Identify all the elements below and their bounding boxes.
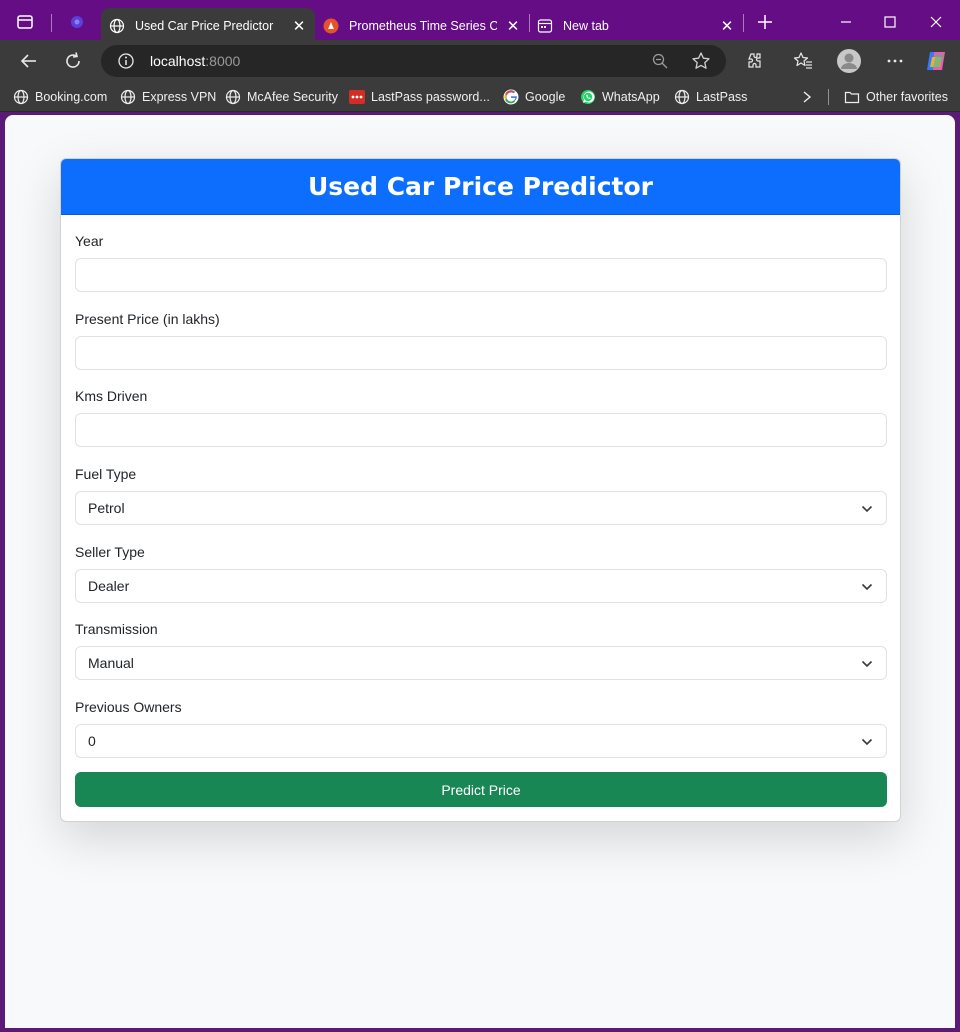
chevron-down-icon — [860, 502, 874, 516]
minimize-icon[interactable] — [834, 10, 858, 34]
copilot-icon[interactable] — [924, 49, 948, 73]
transmission-value: Manual — [88, 655, 134, 671]
previous-owners-value: 0 — [88, 733, 96, 749]
kms-driven-input[interactable] — [75, 413, 887, 447]
transmission-select[interactable]: Manual — [75, 646, 887, 680]
other-favorites-label: Other favorites — [866, 90, 948, 104]
tab-new-tab[interactable]: New tab ✕ — [529, 8, 743, 44]
tab-prometheus[interactable]: Prometheus Time Series Colle ✕ — [315, 8, 529, 44]
year-label: Year — [75, 233, 104, 249]
globe-icon — [225, 89, 241, 105]
bookmark-label: WhatsApp — [602, 90, 660, 104]
close-tab-icon[interactable]: ✕ — [719, 18, 735, 35]
page-viewport: Used Car Price Predictor Year Present Pr… — [5, 115, 955, 1028]
bookmark-label: LastPass password... — [371, 90, 490, 104]
whatsapp-icon — [580, 89, 596, 105]
bookmark-mcafee[interactable]: McAfee Security — [225, 88, 338, 106]
fuel-type-value: Petrol — [88, 500, 125, 516]
transmission-label: Transmission — [75, 621, 158, 637]
maximize-icon[interactable] — [878, 10, 902, 34]
tab-strip: Used Car Price Predictor ✕ Prometheus Ti… — [0, 0, 960, 44]
seller-type-value: Dealer — [88, 578, 130, 594]
tab-title: Prometheus Time Series Colle — [349, 19, 497, 33]
bookmark-whatsapp[interactable]: WhatsApp — [580, 88, 660, 106]
present-price-input[interactable] — [75, 336, 887, 370]
bookmark-label: Google — [525, 90, 566, 104]
bookmarks-bar: Booking.com Express VPN McAfee Security … — [0, 82, 960, 112]
chevron-right-icon[interactable] — [800, 88, 814, 106]
url-port: :8000 — [205, 53, 241, 69]
close-tab-icon[interactable]: ✕ — [505, 18, 521, 35]
other-favorites-folder[interactable]: Other favorites — [844, 88, 948, 106]
favorite-star-icon[interactable] — [691, 51, 711, 71]
lastpass-icon — [349, 89, 365, 105]
predictor-card: Used Car Price Predictor Year Present Pr… — [60, 158, 901, 822]
close-tab-icon[interactable]: ✕ — [291, 18, 307, 35]
present-price-label: Present Price (in lakhs) — [75, 311, 220, 327]
globe-icon — [674, 89, 690, 105]
seller-type-select[interactable]: Dealer — [75, 569, 887, 603]
site-info-icon[interactable] — [117, 52, 135, 70]
kms-driven-label: Kms Driven — [75, 388, 148, 404]
bookmark-booking[interactable]: Booking.com — [13, 88, 107, 106]
tab-actions-icon[interactable] — [15, 12, 35, 32]
bookmark-express-vpn[interactable]: Express VPN — [120, 88, 216, 106]
extensions-icon[interactable] — [742, 49, 766, 73]
chevron-down-icon — [860, 580, 874, 594]
seller-type-label: Seller Type — [75, 544, 145, 560]
google-icon — [503, 89, 519, 105]
page-title: Used Car Price Predictor — [61, 159, 900, 215]
prometheus-icon — [323, 18, 339, 34]
copilot-sidebar-icon[interactable] — [67, 12, 87, 32]
url-text: localhost:8000 — [150, 53, 240, 69]
favorites-icon[interactable] — [791, 49, 815, 73]
tab-separator — [743, 14, 744, 32]
bookmark-lastpass-password[interactable]: LastPass password... — [349, 88, 490, 106]
bookmark-lastpass[interactable]: LastPass — [674, 88, 747, 106]
globe-icon — [120, 89, 136, 105]
close-window-icon[interactable] — [924, 10, 948, 34]
chevron-down-icon — [860, 657, 874, 671]
refresh-icon[interactable] — [61, 49, 85, 73]
new-tab-icon — [537, 18, 553, 34]
more-options-icon[interactable] — [883, 49, 907, 73]
back-icon[interactable] — [17, 49, 41, 73]
previous-owners-select[interactable]: 0 — [75, 724, 887, 758]
bookmark-label: Express VPN — [142, 90, 217, 104]
profile-avatar-icon[interactable] — [836, 48, 862, 74]
chevron-down-icon — [860, 735, 874, 749]
globe-icon — [109, 18, 125, 34]
bookmark-label: McAfee Security — [247, 90, 339, 104]
tab-separator — [51, 14, 52, 32]
url-host: localhost — [150, 53, 206, 69]
zoom-icon[interactable] — [651, 52, 669, 70]
globe-icon — [13, 89, 29, 105]
fuel-type-select[interactable]: Petrol — [75, 491, 887, 525]
new-tab-button[interactable] — [755, 12, 775, 32]
address-bar[interactable]: localhost:8000 — [101, 45, 726, 77]
bookmark-google[interactable]: Google — [503, 88, 565, 106]
bookmark-label: Booking.com — [35, 90, 108, 104]
tab-title: Used Car Price Predictor — [135, 19, 274, 33]
year-input[interactable] — [75, 258, 887, 292]
fuel-type-label: Fuel Type — [75, 466, 137, 482]
bookmark-label: LastPass — [696, 90, 748, 104]
bookmark-separator — [828, 89, 829, 105]
previous-owners-label: Previous Owners — [75, 699, 182, 715]
tab-title: New tab — [563, 19, 609, 33]
browser-toolbar: localhost:8000 — [0, 40, 960, 82]
folder-icon — [844, 89, 860, 105]
predict-price-button[interactable]: Predict Price — [75, 772, 887, 807]
tab-used-car-price-predictor[interactable]: Used Car Price Predictor ✕ — [101, 8, 315, 44]
